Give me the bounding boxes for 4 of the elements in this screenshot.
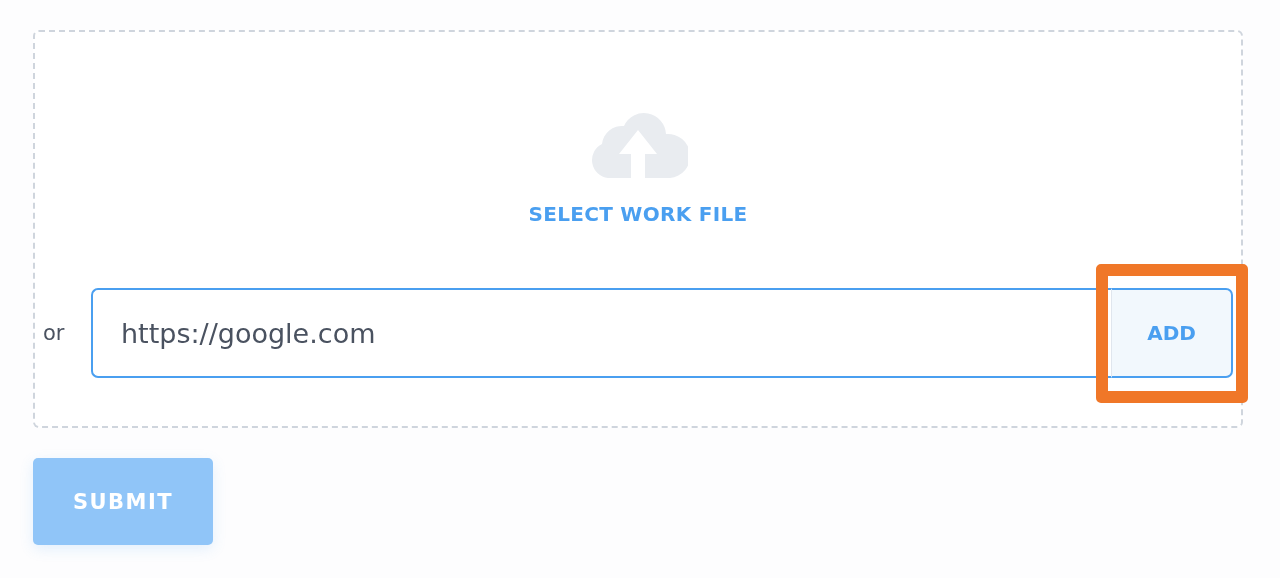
add-button[interactable]: ADD xyxy=(1111,288,1233,378)
select-file-link[interactable]: SELECT WORK FILE xyxy=(528,202,748,226)
url-field[interactable]: https://google.com xyxy=(91,288,1111,378)
or-label: or xyxy=(43,321,66,345)
